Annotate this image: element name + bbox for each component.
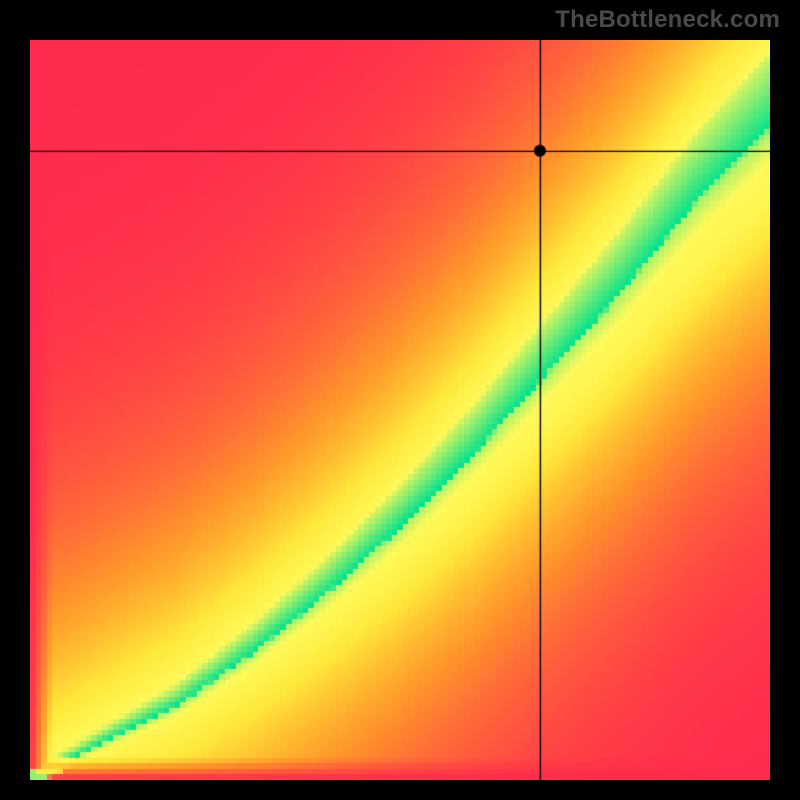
watermark-text: TheBottleneck.com	[555, 6, 780, 34]
bottleneck-heatmap	[30, 40, 770, 780]
chart-frame: TheBottleneck.com	[0, 0, 800, 800]
plot-area	[30, 40, 770, 780]
